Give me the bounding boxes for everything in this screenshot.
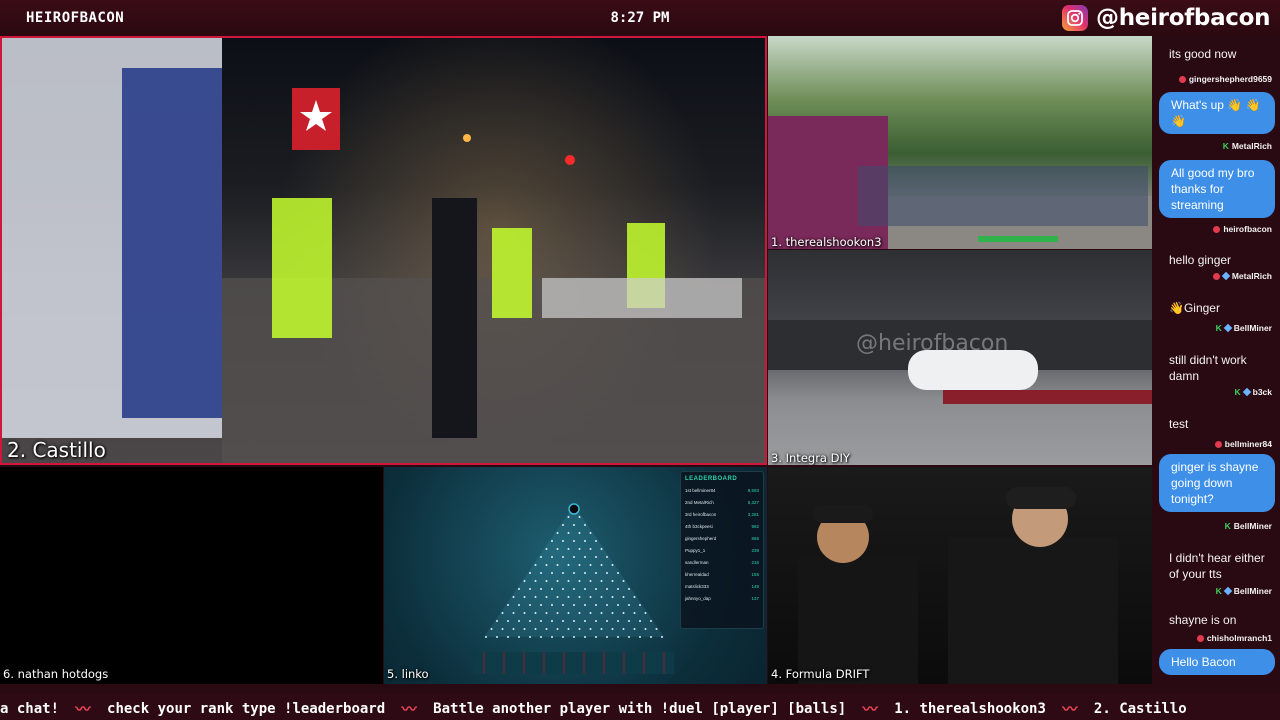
panel-label: 2. Castillo: [7, 438, 106, 462]
leaderboard-title: LEADERBOARD: [685, 476, 738, 482]
ticker-item: Battle another player with !duel [player…: [433, 700, 847, 717]
ticker-item: 2. Castillo: [1093, 700, 1187, 717]
bacon-icon: 〰: [1062, 700, 1078, 718]
scene-street-night: [2, 38, 765, 463]
badge-icon: [1214, 440, 1222, 448]
diamond-icon: [1242, 387, 1251, 397]
bacon-icon: 〰: [862, 700, 878, 718]
chat-username[interactable]: K BellMiner: [1225, 521, 1272, 531]
chat-message: 👋Ginger: [1169, 301, 1220, 315]
leaderboard-row: 1st bellminer84 9,593: [685, 488, 759, 493]
chat-username[interactable]: gingershepherd9659: [1178, 74, 1272, 84]
panel-label: 5. linko: [387, 667, 429, 681]
kick-badge-icon: K: [1222, 141, 1229, 151]
bacon-icon: 〰: [75, 700, 91, 718]
diamond-icon: [1221, 271, 1231, 281]
diamond-icon: [1223, 323, 1232, 333]
chat-username[interactable]: bellminer84: [1214, 439, 1272, 449]
chat-bubble: Hello Bacon: [1159, 649, 1275, 675]
ticker-item: check your rank type !leaderboard: [107, 700, 386, 717]
instagram-link[interactable]: @heirofbacon: [1062, 3, 1271, 33]
chat-message: test: [1169, 417, 1189, 431]
chat-message: its good now: [1169, 47, 1237, 61]
chat-username[interactable]: chisholmranch1: [1196, 633, 1272, 643]
leaderboard-row: 4th b3ckpeesi 982: [685, 524, 759, 529]
svg-text:@heirofbacon: @heirofbacon: [856, 331, 1008, 356]
leaderboard-row: 2nd MetalRich 5,327: [685, 500, 759, 505]
scene-parking-lot: @heirofbacon: [768, 320, 1152, 404]
chat-bubble: All good my bro thanks for streaming: [1159, 160, 1275, 218]
ticker-item: a chat!: [0, 700, 60, 717]
chat-message: hello ginger: [1169, 253, 1232, 267]
leaderboard-row: sandlerman 216: [685, 560, 759, 565]
leaderboard-row: gingershepherd 865: [685, 536, 759, 541]
badge-icon: [1178, 75, 1186, 83]
scene-podcast-hosts: [798, 487, 1118, 684]
leaderboard-row: Puppy1_1 239: [685, 548, 759, 553]
panel-label: 6. nathan hotdogs: [3, 667, 109, 681]
leaderboard-row: 3rd heirofbacon 3,281: [685, 512, 759, 517]
chat-panel[interactable]: its good now gingershepherd9659 What's up …: [1153, 36, 1280, 684]
chat-username[interactable]: K MetalRich: [1223, 141, 1272, 151]
stream-panel-nathan-hotdogs[interactable]: 6. nathan hotdogs: [0, 467, 383, 684]
bacon-icon: 〰: [401, 700, 417, 718]
scene-outdoor-crowd: [768, 116, 1152, 249]
stream-panel-castillo[interactable]: 2. Castillo: [0, 36, 767, 465]
leaderboard-row: jahnnyo_dap 137: [685, 596, 759, 601]
ticker-track: a chat! 〰 check your rank type !leaderboar…: [0, 698, 1201, 719]
clock: 8:27 PM: [610, 10, 670, 26]
leaderboard-rows: 1st bellminer84 9,593 2nd MetalRich 5,327 3r…: [685, 488, 759, 608]
kick-badge-icon: K: [1224, 521, 1231, 531]
badge-icon: [1196, 634, 1204, 642]
channel-brand: HEIROFBACON: [26, 10, 125, 26]
ticker-bar: a chat! 〰 check your rank type !leaderboar…: [0, 694, 1280, 720]
chat-username[interactable]: MetalRich: [1212, 271, 1272, 281]
panel-label: 4. Formula DRIFT: [771, 667, 870, 681]
plinko-ball: [568, 503, 580, 515]
kick-badge-icon: K: [1234, 387, 1241, 397]
instagram-handle: @heirofbacon: [1096, 5, 1271, 31]
stream-panel-plinko[interactable]: LEADERBOARD 1st bellminer84 9,593 2nd Meta…: [384, 467, 767, 684]
chat-message: I didn't hear either of your tts: [1169, 551, 1265, 581]
panel-label: 3. Integra DIY: [771, 451, 850, 465]
instagram-icon: [1062, 5, 1088, 31]
top-bar: HEIROFBACON 8:27 PM @heirofbacon: [0, 0, 1280, 36]
leaderboard-row: matslick333 148: [685, 584, 759, 589]
diamond-icon: [1223, 586, 1232, 596]
panel-label: 1. therealshookon3: [771, 235, 882, 249]
stream-panel-formula-drift[interactable]: 4. Formula DRIFT: [768, 467, 1152, 684]
kick-badge-icon: K: [1215, 323, 1222, 333]
chat-bubble: ginger is shayne going down tonight?: [1159, 454, 1275, 512]
plinko-buckets: [474, 652, 674, 674]
chat-username[interactable]: Kb3ck: [1234, 387, 1272, 397]
chat-username[interactable]: K BellMiner: [1216, 323, 1272, 333]
chat-bubble: What's up 👋 👋👋: [1159, 92, 1275, 134]
stream-panel-integra-diy[interactable]: @heirofbacon 3. Integra DIY: [768, 250, 1152, 465]
leaderboard-overlay: LEADERBOARD 1st bellminer84 9,593 2nd Meta…: [680, 471, 764, 629]
stream-panel-therealshookon3[interactable]: 1. therealshookon3: [768, 36, 1152, 249]
chat-message: shayne is on: [1169, 613, 1237, 627]
plinko-board: [484, 503, 664, 638]
chat-username[interactable]: heirofbacon: [1213, 224, 1272, 234]
leaderboard-row: kherrealdad 155: [685, 572, 759, 577]
chat-username[interactable]: K BellMiner: [1216, 586, 1272, 596]
badge-icon: [1213, 225, 1221, 233]
badge-icon: [1212, 272, 1220, 280]
kick-badge-icon: K: [1215, 586, 1222, 596]
chat-message: still didn't work damn: [1169, 353, 1247, 383]
ticker-item: 1. therealshookon3: [894, 700, 1046, 717]
